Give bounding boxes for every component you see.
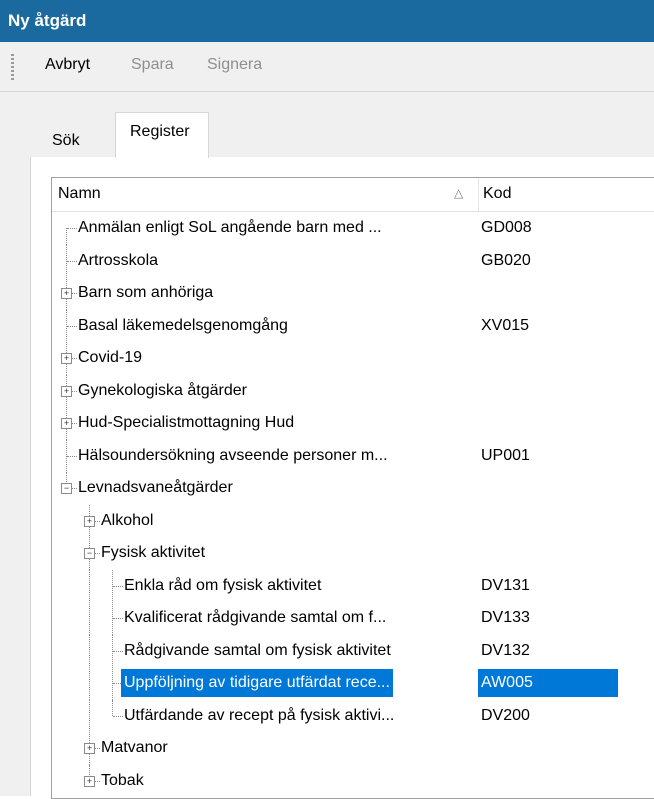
tree-row[interactable]: Utfärdande av recept på fysisk aktivi...…: [52, 699, 654, 733]
tree-row[interactable]: Enkla råd om fysisk aktivitet DV131: [52, 569, 654, 603]
expand-icon[interactable]: +: [84, 515, 95, 527]
tree-row-code: DV132: [481, 641, 530, 659]
tree-row[interactable]: Kvalificerat rådgivande samtal om f... DV…: [52, 602, 654, 635]
tree-row-code: DV133: [481, 609, 530, 626]
tree-row-label: Anmälan enligt SoL angående barn med ...: [78, 219, 382, 236]
tree-row-label: Basal läkemedelsgenomgång: [78, 316, 288, 334]
tree-row-label: Tobak: [101, 771, 144, 789]
column-header-name[interactable]: Namn: [58, 185, 101, 203]
sign-button: Signera: [207, 56, 263, 73]
tree-connector-line: [89, 699, 90, 733]
tree-row-label: Matvanor: [101, 739, 168, 756]
tree-row-code: UP001: [481, 446, 530, 464]
tree-row[interactable]: + Matvanor: [52, 732, 654, 765]
save-button: Spara: [131, 56, 174, 73]
tree-connector-line: [113, 650, 123, 652]
tree-connector-line: [113, 715, 123, 717]
cancel-button[interactable]: Avbryt: [45, 56, 90, 74]
tree-row-code: GB020: [481, 251, 531, 269]
tree-row[interactable]: + Hud-Specialistmottagning Hud: [52, 407, 654, 440]
register-panel: Namn △ Kod Anmälan enligt SoL angående b…: [30, 157, 654, 799]
tab-search-label: Sök: [52, 132, 80, 149]
tree-connector-line: [89, 667, 90, 700]
tree-connector-line: [89, 569, 90, 603]
tree-row[interactable]: + Gynekologiska åtgärder: [52, 374, 654, 408]
tab-register-label: Register: [130, 123, 190, 140]
tab-register[interactable]: Register: [115, 112, 209, 158]
tree-connector-line: [113, 618, 123, 619]
tree-connector-line: [89, 634, 90, 668]
tree-connector-line: [66, 228, 67, 245]
toolbar-grip[interactable]: [11, 54, 14, 81]
column-header-code[interactable]: Kod: [483, 185, 511, 203]
tree-row-code: DV131: [481, 576, 530, 594]
tab-search[interactable]: Sök: [34, 120, 114, 157]
tree-row-label: Covid-19: [78, 349, 143, 366]
tree-row-label: Fysisk aktivitet: [101, 544, 206, 561]
tree-row[interactable]: Artrosskola GB020: [52, 244, 654, 278]
sort-ascending-icon: △: [454, 186, 464, 200]
tree-connector-line: [89, 602, 90, 635]
expand-icon[interactable]: +: [84, 775, 95, 787]
tree-connector-line: [113, 585, 123, 587]
tree-row-label: Kvalificerat rådgivande samtal om f...: [124, 609, 387, 626]
window-titlebar: Ny åtgärd: [0, 0, 654, 42]
tree-row[interactable]: − Fysisk aktivitet: [52, 537, 654, 570]
tree-row-label: Barn som anhöriga: [78, 284, 214, 301]
tree-row[interactable]: Basal läkemedelsgenomgång XV015: [52, 309, 654, 343]
tree-row-label: Levnadsvaneåtgärder: [78, 479, 233, 496]
register-tree[interactable]: Namn △ Kod Anmälan enligt SoL angående b…: [51, 177, 654, 799]
tree-row[interactable]: + Barn som anhöriga: [52, 277, 654, 310]
tree-row-code: GD008: [481, 219, 532, 236]
content-area: Sök Namn △ Kod Anmälan enligt SoL angåen…: [0, 92, 654, 799]
tree-row[interactable]: Rådgivande samtal om fysisk aktivitet DV1…: [52, 634, 654, 668]
tree-row-label: Hud-Specialistmottagning Hud: [78, 414, 295, 431]
tree-row-label: Artrosskola: [78, 251, 159, 269]
expand-icon[interactable]: +: [61, 385, 72, 397]
tree-connector-line: [112, 699, 113, 716]
tree-row-label: Gynekologiska åtgärder: [78, 381, 247, 399]
tree-row-code: XV015: [481, 316, 530, 334]
collapse-icon[interactable]: −: [61, 483, 72, 494]
tree-connector-line: [67, 325, 77, 327]
expand-icon[interactable]: +: [84, 743, 95, 754]
expand-icon[interactable]: +: [61, 353, 72, 364]
expand-icon[interactable]: +: [61, 418, 72, 429]
tree-row-label: Utfärdande av recept på fysisk aktivi...: [124, 706, 395, 724]
toolbar: Avbryt Spara Signera: [0, 42, 654, 92]
tree-row[interactable]: − Levnadsvaneåtgärder: [52, 472, 654, 505]
expand-icon[interactable]: +: [61, 288, 72, 299]
tree-row[interactable]: Uppföljning av tidigare utfärdat rece...…: [52, 667, 654, 700]
tree-row-label: Enkla råd om fysisk aktivitet: [124, 576, 322, 594]
tree-row-label: Alkohol: [101, 511, 154, 529]
tree-connector-line: [67, 260, 77, 262]
tree-row-label: Hälsoundersökning avseende personer m...: [78, 446, 388, 464]
tree-row[interactable]: + Alkohol: [52, 504, 654, 538]
tree-rows: Anmälan enligt SoL angående barn med ...…: [52, 212, 654, 797]
tree-row[interactable]: + Tobak: [52, 764, 654, 798]
tree-connector-line: [67, 228, 77, 229]
window-title: Ny åtgärd: [8, 11, 87, 30]
tree-row-code: DV200: [481, 706, 530, 724]
tree-header: Namn △ Kod: [52, 178, 654, 212]
tree-connector-line: [67, 455, 77, 457]
collapse-icon[interactable]: −: [84, 548, 95, 559]
column-divider[interactable]: [478, 178, 479, 211]
tree-row[interactable]: + Covid-19: [52, 342, 654, 375]
tree-row-code: AW005: [478, 669, 618, 697]
tree-row-label: Rådgivande samtal om fysisk aktivitet: [124, 641, 391, 659]
tree-row[interactable]: Anmälan enligt SoL angående barn med ...…: [52, 212, 654, 245]
tree-row-label: Uppföljning av tidigare utfärdat rece...: [121, 669, 393, 697]
tree-row[interactable]: Hälsoundersökning avseende personer m...…: [52, 439, 654, 473]
